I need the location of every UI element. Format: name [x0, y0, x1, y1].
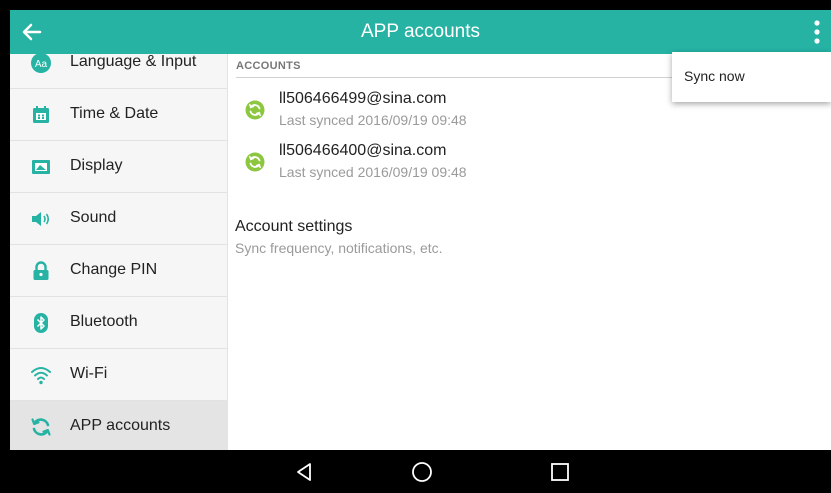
- display-icon: [32, 160, 50, 174]
- account-email: ll506466499@sina.com: [279, 90, 447, 107]
- sidebar-item-label: Wi-Fi: [70, 365, 108, 382]
- sidebar-item-label: APP accounts: [70, 417, 171, 434]
- sidebar-item-label: Language & Input: [70, 54, 197, 70]
- account-email: ll506466400@sina.com: [279, 142, 447, 159]
- back-triangle-icon[interactable]: [290, 458, 318, 486]
- account-row[interactable]: ll506466499@sina.com Last synced 2016/09…: [229, 86, 669, 136]
- account-last-synced: Last synced 2016/09/19 09:48: [279, 164, 467, 180]
- account-sync-icon: [245, 100, 265, 120]
- language-icon: Aa: [31, 54, 51, 73]
- sidebar-item-label: Sound: [70, 209, 117, 226]
- calendar-icon: [33, 106, 49, 123]
- overflow-menu: Sync now: [672, 52, 831, 102]
- svg-text:Aa: Aa: [35, 59, 48, 70]
- account-sync-icon: [245, 152, 265, 172]
- settings-sidebar: Aa Language & Input Time & Date Display …: [10, 54, 228, 450]
- recents-square-icon[interactable]: [546, 458, 574, 486]
- account-row[interactable]: ll506466400@sina.com Last synced 2016/09…: [229, 138, 669, 188]
- sidebar-item-wifi[interactable]: Wi-Fi: [10, 349, 227, 401]
- bluetooth-icon: [34, 313, 48, 333]
- sidebar-item-time-date[interactable]: Time & Date: [10, 89, 227, 141]
- sidebar-item-bluetooth[interactable]: Bluetooth: [10, 297, 227, 349]
- sidebar-item-language[interactable]: Aa Language & Input: [10, 54, 227, 89]
- sidebar-item-change-pin[interactable]: Change PIN: [10, 245, 227, 297]
- sidebar-item-app-accounts[interactable]: APP accounts: [10, 401, 227, 450]
- home-circle-icon[interactable]: [408, 458, 436, 486]
- account-settings-subtitle: Sync frequency, notifications, etc.: [235, 240, 443, 256]
- sidebar-item-display[interactable]: Display: [10, 141, 227, 193]
- sidebar-item-sound[interactable]: Sound: [10, 193, 227, 245]
- screen: APP accounts Aa Language & Input Time & …: [10, 10, 831, 493]
- wifi-icon: [31, 367, 51, 385]
- menu-item-sync-now[interactable]: Sync now: [672, 52, 831, 102]
- sidebar-item-label: Display: [70, 157, 123, 174]
- account-last-synced: Last synced 2016/09/19 09:48: [279, 112, 467, 128]
- device-frame: APP accounts Aa Language & Input Time & …: [0, 0, 831, 493]
- sidebar-item-label: Time & Date: [70, 105, 159, 122]
- sidebar-item-label: Bluetooth: [70, 313, 138, 330]
- lock-icon: [33, 261, 49, 280]
- sidebar-item-label: Change PIN: [70, 261, 158, 278]
- more-vert-icon[interactable]: [809, 16, 825, 48]
- app-bar: APP accounts: [10, 10, 831, 54]
- account-settings-title: Account settings: [235, 218, 353, 235]
- page-title: APP accounts: [360, 21, 480, 42]
- speaker-icon: [32, 212, 50, 226]
- accounts-panel: ACCOUNTS ll506466499@sina.com Last synce…: [229, 54, 831, 450]
- system-nav-bar: [10, 450, 831, 493]
- account-settings-item[interactable]: Account settings Sync frequency, notific…: [235, 218, 675, 268]
- sync-icon: [31, 418, 51, 436]
